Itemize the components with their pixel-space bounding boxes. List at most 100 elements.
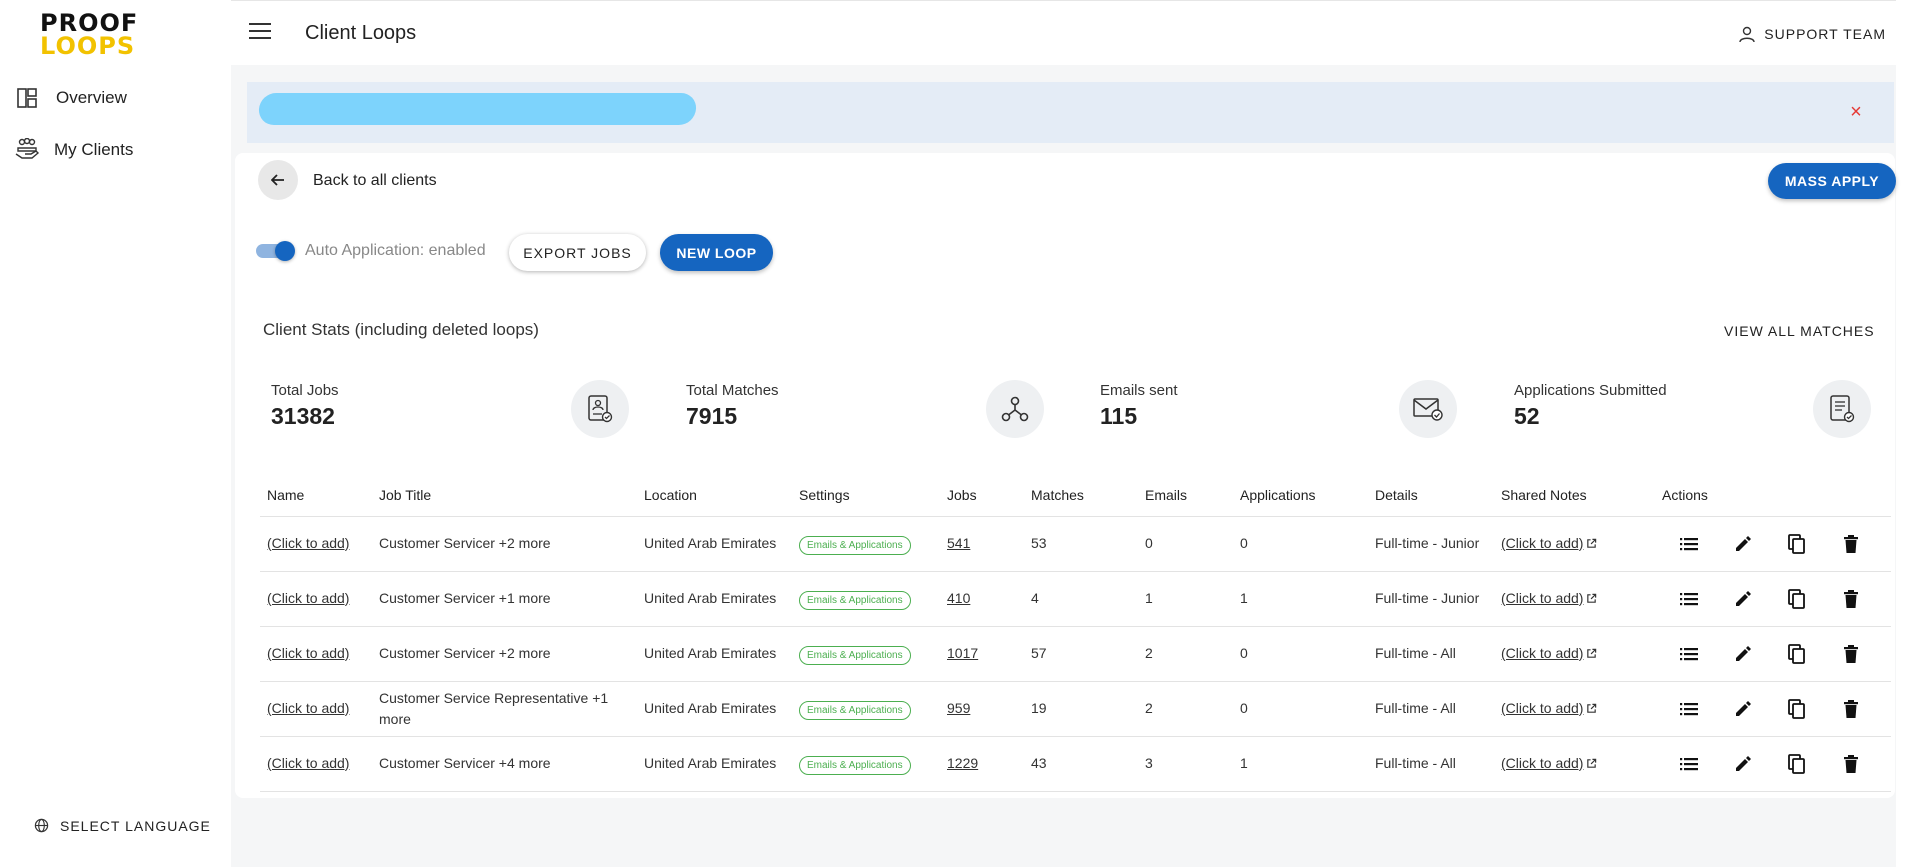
matches-cell: 53 — [1024, 516, 1138, 572]
list-icon[interactable] — [1662, 529, 1716, 559]
edit-pencil-icon[interactable] — [1716, 749, 1770, 779]
delete-trash-icon[interactable] — [1824, 584, 1878, 614]
name-add-link[interactable]: (Click to add) — [267, 755, 349, 771]
jobs-document-icon — [571, 380, 629, 438]
user-icon — [1739, 26, 1755, 43]
column-header[interactable]: Applications — [1233, 474, 1368, 517]
shared-notes-link[interactable]: (Click to add) — [1501, 588, 1597, 609]
view-all-matches-button[interactable]: VIEW ALL MATCHES — [1724, 323, 1875, 339]
list-icon[interactable] — [1662, 639, 1716, 669]
delete-trash-icon[interactable] — [1824, 529, 1878, 559]
actions-cell — [1655, 626, 1891, 682]
notes-label: (Click to add) — [1501, 590, 1584, 606]
location-cell: United Arab Emirates — [637, 736, 792, 792]
shared-notes-cell: (Click to add) — [1494, 736, 1655, 792]
copy-icon[interactable] — [1770, 749, 1824, 779]
applications-cell: 0 — [1233, 626, 1368, 682]
edit-pencil-icon[interactable] — [1716, 639, 1770, 669]
column-header[interactable]: Settings — [792, 474, 940, 517]
shared-notes-link[interactable]: (Click to add) — [1501, 698, 1597, 719]
stat-value: 115 — [1100, 403, 1138, 429]
shared-notes-link[interactable]: (Click to add) — [1501, 533, 1597, 554]
location-cell: United Arab Emirates — [637, 681, 792, 737]
copy-icon[interactable] — [1770, 529, 1824, 559]
delete-trash-icon[interactable] — [1824, 749, 1878, 779]
edit-pencil-icon[interactable] — [1716, 694, 1770, 724]
name-add-link[interactable]: (Click to add) — [267, 700, 349, 716]
user-menu-button[interactable]: SUPPORT TEAM — [1738, 25, 1886, 43]
jobs-cell: 541 — [940, 516, 1024, 572]
emails-cell: 2 — [1138, 681, 1233, 737]
column-header[interactable]: Shared Notes — [1494, 474, 1655, 517]
matches-cell: 57 — [1024, 626, 1138, 682]
stat-total-matches: Total Matches 7915 — [686, 380, 1076, 438]
name-add-link[interactable]: (Click to add) — [267, 590, 349, 606]
table-row: (Click to add) Customer Servicer +2 more U… — [260, 626, 1891, 682]
header: Client Loops SUPPORT TEAM — [231, 1, 1896, 65]
edit-pencil-icon[interactable] — [1716, 529, 1770, 559]
notes-label: (Click to add) — [1501, 535, 1584, 551]
list-icon[interactable] — [1662, 749, 1716, 779]
jobs-count-link[interactable]: 410 — [947, 590, 970, 606]
redacted-banner-text — [257, 93, 698, 125]
jobs-count-link[interactable]: 541 — [947, 535, 970, 551]
job-title-cell: Customer Servicer +2 more — [372, 516, 637, 572]
shared-notes-cell: (Click to add) — [1494, 516, 1655, 572]
stat-value: 7915 — [686, 403, 738, 429]
delete-trash-icon[interactable] — [1824, 694, 1878, 724]
copy-icon[interactable] — [1770, 694, 1824, 724]
jobs-count-link[interactable]: 1229 — [947, 755, 978, 771]
column-header: Actions — [1655, 474, 1891, 517]
mass-apply-button[interactable]: MASS APPLY — [1768, 163, 1896, 199]
app-root: PROOF LOOPS Overview My Clients SELECT L… — [0, 0, 1918, 867]
back-button[interactable] — [258, 160, 298, 200]
emails-cell: 3 — [1138, 736, 1233, 792]
delete-trash-icon[interactable] — [1824, 639, 1878, 669]
details-cell: Full-time - All — [1368, 681, 1494, 737]
export-jobs-button[interactable]: EXPORT JOBS — [509, 234, 646, 271]
column-header[interactable]: Job Title — [372, 474, 637, 517]
column-header[interactable]: Emails — [1138, 474, 1233, 517]
select-language-button[interactable]: SELECT LANGUAGE — [34, 818, 211, 834]
actions-cell — [1655, 516, 1891, 572]
application-check-icon — [1813, 380, 1871, 438]
auto-application-label: Auto Application: enabled — [305, 242, 486, 259]
new-loop-button[interactable]: NEW LOOP — [660, 234, 773, 271]
sidebar-item-my-clients[interactable]: My Clients — [14, 133, 133, 167]
notes-label: (Click to add) — [1501, 645, 1584, 661]
hamburger-menu-icon[interactable] — [249, 23, 271, 41]
logo[interactable]: PROOF LOOPS — [40, 11, 137, 60]
settings-badge: Emails & Applications — [799, 700, 911, 720]
name-cell: (Click to add) — [260, 681, 372, 737]
stat-label: Total Matches — [686, 382, 779, 399]
jobs-count-link[interactable]: 959 — [947, 700, 970, 716]
auto-application-toggle[interactable] — [256, 241, 296, 261]
list-icon[interactable] — [1662, 584, 1716, 614]
table-row: (Click to add) Customer Servicer +2 more U… — [260, 516, 1891, 572]
column-header[interactable]: Jobs — [940, 474, 1024, 517]
external-link-icon — [1587, 648, 1597, 658]
column-header[interactable]: Matches — [1024, 474, 1138, 517]
list-icon[interactable] — [1662, 694, 1716, 724]
actions-cell — [1655, 681, 1891, 737]
stat-applications-submitted: Applications Submitted 52 — [1514, 380, 1904, 438]
edit-pencil-icon[interactable] — [1716, 584, 1770, 614]
shared-notes-link[interactable]: (Click to add) — [1501, 753, 1597, 774]
clients-hand-icon — [14, 137, 40, 163]
sidebar-item-overview[interactable]: Overview — [14, 81, 127, 115]
copy-icon[interactable] — [1770, 584, 1824, 614]
name-add-link[interactable]: (Click to add) — [267, 535, 349, 551]
shared-notes-link[interactable]: (Click to add) — [1501, 643, 1597, 664]
column-header[interactable]: Location — [637, 474, 792, 517]
jobs-count-link[interactable]: 1017 — [947, 645, 978, 661]
job-title-cell: Customer Servicer +1 more — [372, 571, 637, 627]
name-add-link[interactable]: (Click to add) — [267, 645, 349, 661]
back-to-clients-link[interactable]: Back to all clients — [313, 172, 437, 190]
dashboard-icon — [14, 85, 40, 111]
copy-icon[interactable] — [1770, 639, 1824, 669]
column-header[interactable]: Name — [260, 474, 372, 517]
banner-close-icon[interactable]: × — [1846, 102, 1866, 122]
external-link-icon — [1587, 758, 1597, 768]
stat-label: Emails sent — [1100, 382, 1178, 399]
column-header[interactable]: Details — [1368, 474, 1494, 517]
